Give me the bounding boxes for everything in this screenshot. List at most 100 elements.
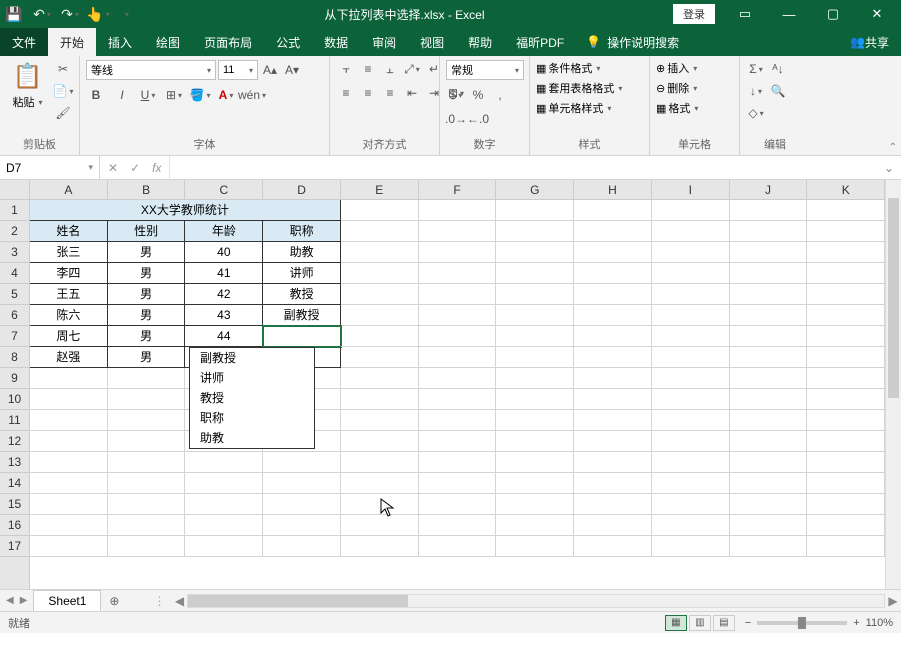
cell[interactable] bbox=[419, 242, 497, 263]
cell[interactable] bbox=[30, 452, 108, 473]
cell[interactable]: 李四 bbox=[30, 263, 108, 284]
cell[interactable] bbox=[419, 263, 497, 284]
row-header[interactable]: 16 bbox=[0, 515, 29, 536]
tab-file[interactable]: 文件 bbox=[0, 28, 48, 56]
cell[interactable] bbox=[652, 494, 730, 515]
save-icon[interactable]: 💾 bbox=[4, 4, 24, 24]
cell[interactable] bbox=[496, 389, 574, 410]
align-left-icon[interactable]: ≡ bbox=[336, 84, 356, 102]
cell[interactable] bbox=[341, 326, 419, 347]
cell[interactable] bbox=[730, 431, 808, 452]
cell[interactable] bbox=[496, 515, 574, 536]
cell[interactable] bbox=[108, 473, 186, 494]
number-format-combo[interactable]: 常规▾ bbox=[446, 60, 524, 80]
cell[interactable] bbox=[108, 368, 186, 389]
cell[interactable] bbox=[496, 221, 574, 242]
cell[interactable] bbox=[652, 242, 730, 263]
cancel-formula-icon[interactable]: ✕ bbox=[108, 161, 118, 175]
tab-layout[interactable]: 页面布局 bbox=[192, 28, 264, 56]
cell[interactable] bbox=[496, 326, 574, 347]
cell[interactable] bbox=[807, 368, 885, 389]
normal-view-icon[interactable]: ▦ bbox=[665, 615, 687, 631]
cell[interactable]: 男 bbox=[108, 242, 186, 263]
cell[interactable] bbox=[108, 410, 186, 431]
cell[interactable] bbox=[574, 494, 652, 515]
header-cell[interactable]: 职称 bbox=[263, 221, 341, 242]
sort-filter-icon[interactable]: ᴬ↓ bbox=[768, 60, 788, 78]
minimize-icon[interactable]: — bbox=[769, 0, 809, 28]
page-break-view-icon[interactable]: ▤ bbox=[713, 615, 735, 631]
cell[interactable] bbox=[496, 242, 574, 263]
align-right-icon[interactable]: ≡ bbox=[380, 84, 400, 102]
header-cell[interactable]: 年龄 bbox=[185, 221, 263, 242]
cell[interactable] bbox=[341, 452, 419, 473]
decrease-font-icon[interactable]: A▾ bbox=[282, 61, 302, 79]
qat-customize-icon[interactable]: ▾ bbox=[116, 4, 136, 24]
cell[interactable] bbox=[807, 536, 885, 557]
align-bottom-icon[interactable]: ⫠ bbox=[380, 60, 400, 78]
row-header[interactable]: 13 bbox=[0, 452, 29, 473]
column-header[interactable]: I bbox=[652, 180, 730, 199]
cell[interactable] bbox=[807, 305, 885, 326]
cell[interactable] bbox=[185, 473, 263, 494]
enter-formula-icon[interactable]: ✓ bbox=[130, 161, 140, 175]
cell[interactable] bbox=[263, 452, 341, 473]
column-header[interactable]: C bbox=[185, 180, 263, 199]
cell[interactable] bbox=[807, 200, 885, 221]
cell[interactable] bbox=[30, 431, 108, 452]
cell[interactable] bbox=[730, 326, 808, 347]
cell[interactable]: 40 bbox=[185, 242, 263, 263]
cell[interactable] bbox=[807, 431, 885, 452]
row-headers[interactable]: 1234567891011121314151617 bbox=[0, 200, 30, 589]
cell[interactable] bbox=[652, 305, 730, 326]
column-header[interactable]: E bbox=[341, 180, 419, 199]
cell[interactable] bbox=[341, 389, 419, 410]
autosum-icon[interactable]: Σ▾ bbox=[746, 60, 766, 78]
cell[interactable]: 王五 bbox=[30, 284, 108, 305]
touch-icon[interactable]: 👆▾ bbox=[88, 4, 108, 24]
cell[interactable] bbox=[419, 200, 497, 221]
cell[interactable] bbox=[496, 452, 574, 473]
cell[interactable]: 陈六 bbox=[30, 305, 108, 326]
format-table-button[interactable]: ▦ 套用表格格式▾ bbox=[536, 80, 622, 96]
cell[interactable] bbox=[730, 452, 808, 473]
cell[interactable] bbox=[185, 452, 263, 473]
row-header[interactable]: 15 bbox=[0, 494, 29, 515]
cell[interactable] bbox=[419, 221, 497, 242]
cell[interactable] bbox=[496, 494, 574, 515]
cell[interactable] bbox=[30, 368, 108, 389]
column-header[interactable]: D bbox=[263, 180, 341, 199]
tab-draw[interactable]: 绘图 bbox=[144, 28, 192, 56]
font-size-combo[interactable]: 11▾ bbox=[218, 60, 258, 80]
cell[interactable] bbox=[496, 473, 574, 494]
new-sheet-button[interactable]: ⊕ bbox=[101, 590, 127, 611]
row-header[interactable]: 7 bbox=[0, 326, 29, 347]
cell[interactable] bbox=[496, 305, 574, 326]
cell[interactable] bbox=[730, 536, 808, 557]
column-header[interactable]: K bbox=[807, 180, 885, 199]
cell[interactable] bbox=[108, 536, 186, 557]
cell[interactable] bbox=[419, 389, 497, 410]
zoom-out-icon[interactable]: − bbox=[745, 617, 751, 629]
cell[interactable] bbox=[730, 473, 808, 494]
cell[interactable] bbox=[807, 242, 885, 263]
cell[interactable]: 男 bbox=[108, 347, 186, 368]
cell[interactable] bbox=[730, 515, 808, 536]
tab-formulas[interactable]: 公式 bbox=[264, 28, 312, 56]
vertical-scrollbar[interactable] bbox=[885, 180, 901, 589]
dropdown-option[interactable]: 职称 bbox=[190, 408, 314, 428]
format-cells-button[interactable]: ▦ 格式▾ bbox=[656, 100, 698, 116]
row-header[interactable]: 5 bbox=[0, 284, 29, 305]
underline-icon[interactable]: U▾ bbox=[138, 86, 158, 104]
delete-cells-button[interactable]: ⊖ 删除▾ bbox=[656, 80, 697, 96]
cell[interactable] bbox=[652, 431, 730, 452]
cell[interactable] bbox=[574, 536, 652, 557]
spreadsheet-grid[interactable]: ABCDEFGHIJK 1234567891011121314151617 XX… bbox=[0, 180, 901, 589]
vscroll-thumb[interactable] bbox=[888, 198, 899, 398]
cell[interactable] bbox=[496, 536, 574, 557]
cell[interactable] bbox=[652, 326, 730, 347]
dropdown-option[interactable]: 教授 bbox=[190, 388, 314, 408]
cut-icon[interactable]: ✂ bbox=[53, 60, 73, 78]
cell[interactable] bbox=[419, 494, 497, 515]
cell[interactable] bbox=[574, 263, 652, 284]
